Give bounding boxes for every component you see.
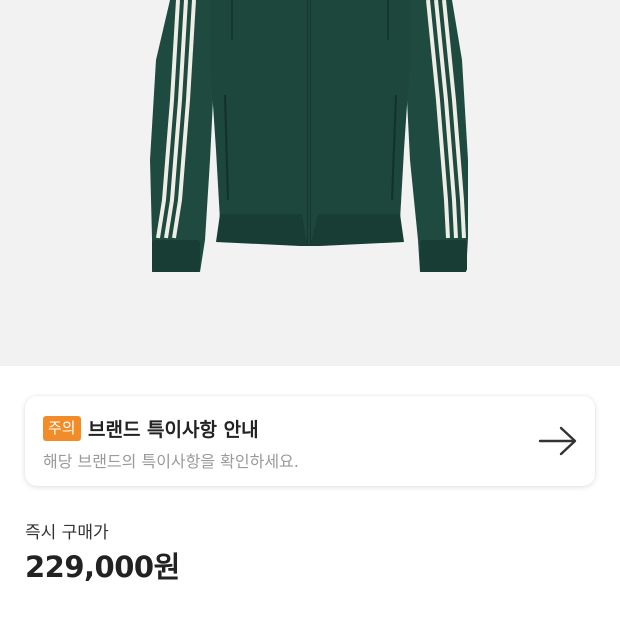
- price-label: 즉시 구매가: [25, 523, 109, 543]
- notice-title: 브랜드 특이사항 안내: [88, 419, 259, 441]
- notice-description: 해당 브랜드의 특이사항을 확인하세요.: [43, 452, 299, 471]
- jacket-illustration: [150, 0, 468, 272]
- notice-badge: 주의: [43, 416, 81, 441]
- brand-notice-card[interactable]: 주의 브랜드 특이사항 안내 해당 브랜드의 특이사항을 확인하세요.: [25, 396, 595, 486]
- arrow-right-icon[interactable]: [538, 426, 578, 456]
- price-value: 229,000원: [25, 550, 180, 584]
- product-image[interactable]: [0, 0, 620, 366]
